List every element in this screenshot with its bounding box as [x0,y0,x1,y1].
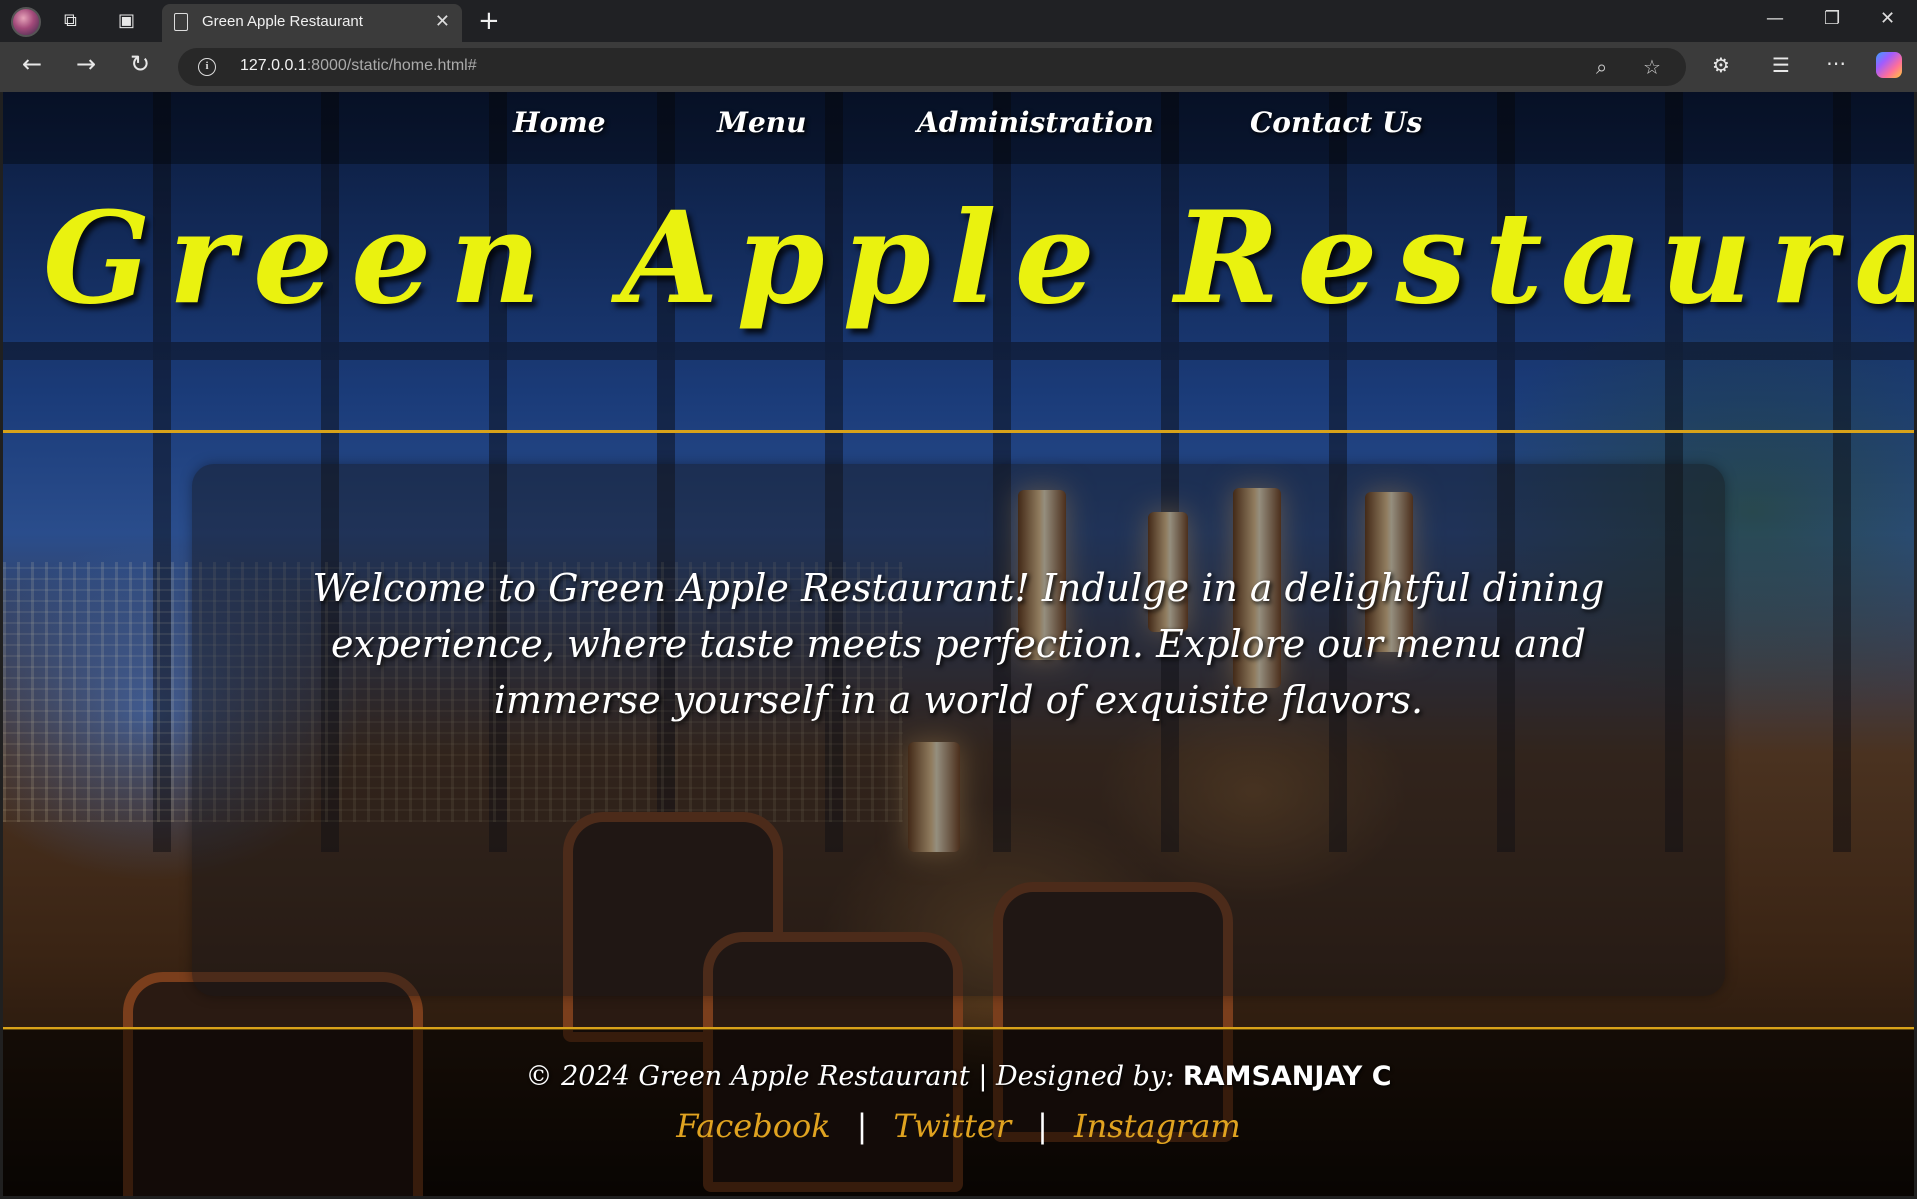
tab-actions-icon[interactable]: ▣ [118,11,135,31]
extensions-icon[interactable]: ⚙ [1712,55,1730,75]
designer-name: RAMSANJAY C [1182,1061,1392,1092]
footer: © 2024 Green Apple Restaurant | Designed… [3,1029,1914,1196]
back-icon[interactable]: ← [22,52,42,76]
close-window-icon[interactable]: ✕ [1880,8,1895,29]
workspaces-icon[interactable]: ⧉ [64,11,77,31]
nav-menu-link[interactable]: Menu [717,106,807,139]
copilot-icon[interactable] [1876,52,1902,78]
favorites-icon[interactable]: ☰ [1772,55,1790,75]
nav-contact-us-link[interactable]: Contact Us [1250,106,1422,139]
close-tab-icon[interactable]: ✕ [435,11,450,32]
header-divider [3,430,1914,433]
main-nav: Home Menu Administration Contact Us [3,92,1914,164]
restore-icon[interactable]: ❐ [1824,8,1840,29]
social-links: Facebook | Twitter | Instagram [3,1107,1914,1145]
new-tab-icon[interactable]: + [478,6,500,36]
nav-home-link[interactable]: Home [513,106,606,139]
instagram-link[interactable]: Instagram [1074,1107,1241,1145]
browser-tab-bar: ⧉ ▣ Green Apple Restaurant ✕ + — ❐ ✕ [0,0,1917,42]
page-viewport: Home Menu Administration Contact Us Gree… [3,92,1914,1196]
nav-administration-link[interactable]: Administration [917,106,1154,139]
minimize-icon[interactable]: — [1766,8,1784,29]
twitter-link[interactable]: Twitter [893,1107,1011,1145]
url-text[interactable]: 127.0.0.1:8000/static/home.html# [240,57,477,75]
site-info-icon[interactable]: i [198,58,216,76]
link-separator: | [856,1107,868,1145]
browser-tab[interactable]: Green Apple Restaurant ✕ [162,4,462,42]
copyright-text: © 2024 Green Apple Restaurant | Designed… [525,1061,1392,1092]
zoom-icon[interactable]: ⌕ [1596,55,1607,79]
browser-toolbar: ← → ↻ i 127.0.0.1:8000/static/home.html#… [0,42,1917,92]
page-title: Green Apple Restaurant [43,184,1914,332]
profile-avatar[interactable] [11,7,41,37]
favorite-star-icon[interactable]: ☆ [1643,55,1661,79]
link-separator: | [1037,1107,1048,1145]
welcome-text: Welcome to Green Apple Restaurant! Indul… [312,566,1605,722]
facebook-link[interactable]: Facebook [676,1107,830,1145]
reload-icon[interactable]: ↻ [130,52,150,76]
welcome-card: Welcome to Green Apple Restaurant! Indul… [192,464,1725,996]
forward-icon[interactable]: → [76,52,96,76]
page-icon [174,13,188,31]
more-options-icon[interactable]: ⋯ [1826,53,1846,73]
address-bar[interactable]: i 127.0.0.1:8000/static/home.html# ⌕ ☆ [178,48,1686,86]
tab-title: Green Apple Restaurant [202,13,363,30]
